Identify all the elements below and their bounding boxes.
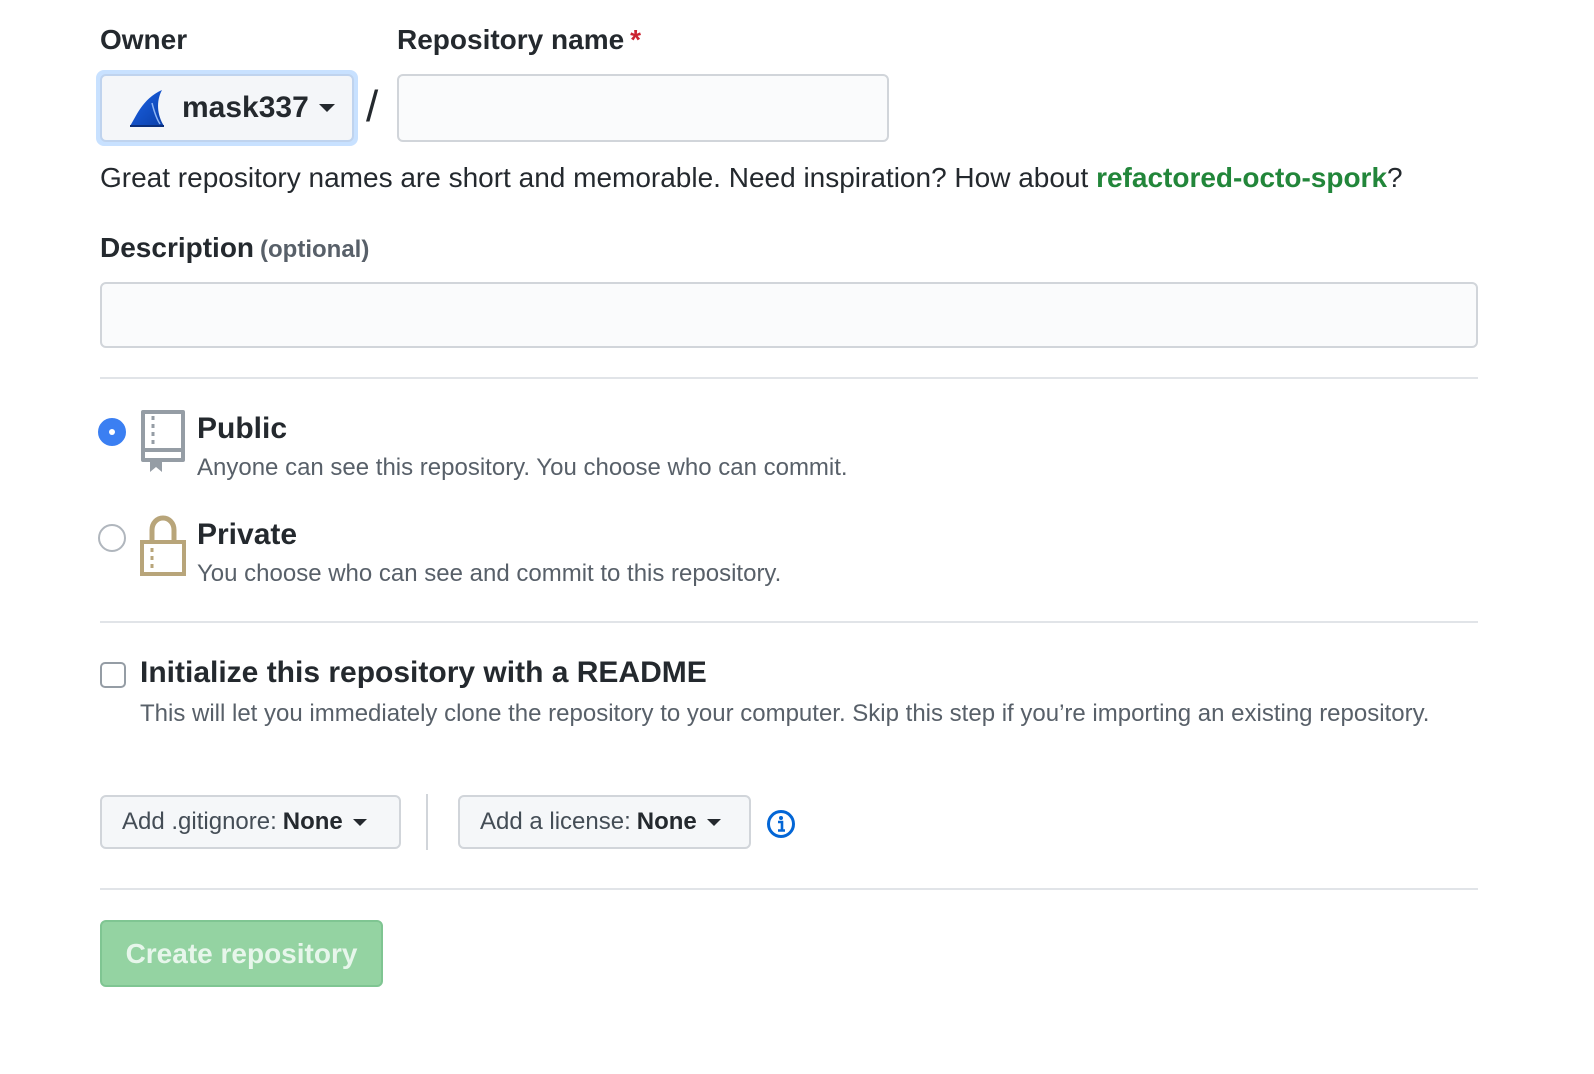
license-dropdown[interactable]: Add a license: None: [458, 795, 751, 849]
private-radio[interactable]: [98, 524, 126, 552]
create-repository-button[interactable]: Create repository: [100, 920, 383, 987]
public-radio[interactable]: [98, 418, 126, 446]
description-label: Description (optional): [100, 232, 369, 264]
owner-label: Owner: [100, 24, 188, 55]
owner-dropdown[interactable]: mask337: [96, 70, 358, 146]
gitignore-value: None: [282, 808, 343, 835]
description-label-text: Description: [100, 232, 255, 263]
license-value: None: [636, 808, 697, 835]
initialize-readme-checkbox[interactable]: [100, 662, 126, 688]
suggested-name-link[interactable]: refactored-octo-spork: [1096, 162, 1387, 193]
repo-book-icon: [141, 410, 185, 472]
repository-name-input[interactable]: [397, 74, 889, 142]
dropdown-separator: [426, 794, 428, 850]
description-input[interactable]: [100, 282, 1478, 348]
hint-text: Great repository names are short and mem…: [100, 162, 1097, 193]
chevron-down-icon: [706, 818, 721, 826]
owner-repo-separator: /: [366, 82, 379, 131]
optional-tag: (optional): [260, 236, 370, 263]
info-icon[interactable]: [766, 809, 796, 839]
owner-name: mask337: [182, 91, 309, 124]
gitignore-dropdown[interactable]: Add .gitignore: None: [100, 795, 401, 849]
repository-name-hint: Great repository names are short and mem…: [100, 162, 1403, 194]
private-title: Private: [197, 518, 298, 551]
required-indicator: *: [630, 24, 642, 55]
divider: [100, 888, 1478, 890]
public-description: Anyone can see this repository. You choo…: [197, 454, 848, 481]
license-label: Add a license:: [480, 808, 631, 835]
lock-icon: [140, 515, 186, 576]
public-title: Public: [197, 412, 288, 445]
initialize-readme-description: This will let you immediately clone the …: [140, 700, 1430, 727]
private-description: You choose who can see and commit to thi…: [197, 560, 782, 587]
owner-dropdown-button[interactable]: mask337: [100, 74, 354, 142]
shark-fin-avatar-icon: [130, 90, 164, 127]
repository-name-label-text: Repository name: [397, 24, 625, 55]
hint-suffix: ?: [1387, 162, 1403, 193]
initialize-readme-title: Initialize this repository with a README: [140, 656, 707, 689]
chevron-down-icon: [352, 818, 367, 826]
divider: [100, 621, 1478, 623]
divider: [100, 377, 1478, 379]
chevron-down-icon: [318, 104, 335, 112]
repository-name-label: Repository name *: [397, 24, 641, 56]
gitignore-label: Add .gitignore:: [122, 808, 277, 835]
